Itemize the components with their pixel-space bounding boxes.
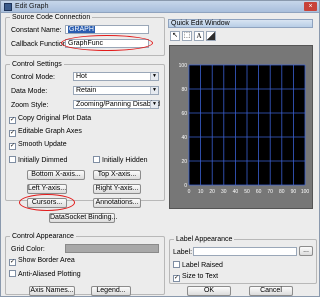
anti-aliased-label: Anti-Aliased Plotting [18,271,81,278]
datasocket-binding-button[interactable]: DataSocket Binding... [49,213,117,223]
control-mode-label: Control Mode: [11,74,55,81]
annotations-button[interactable]: Annotations... [93,198,141,208]
ok-button[interactable]: OK [187,286,231,296]
x-tick-label: 30 [221,189,227,195]
quick-edit-toolbar: ↖ ⬚ A [170,31,230,41]
highlight-cursors-ellipse [19,194,75,211]
legend-button[interactable]: Legend... [91,286,131,296]
data-mode-value: Retain [76,87,97,94]
copy-original-label: Copy Original Plot Data [18,115,92,122]
left-yaxis-button[interactable]: Left Y-axis... [27,184,67,194]
chevron-down-icon: ▼ [150,87,158,94]
constant-name-value: GRAPH [68,26,95,33]
data-mode-select[interactable]: Retain ▼ [73,86,159,95]
source-code-legend: Source Code Connection [12,14,91,21]
initially-dimmed-checkbox[interactable]: Initially Dimmed [9,156,67,164]
check-icon: ✓ [173,275,180,282]
checkbox-box [173,261,180,268]
highlight-callback-ellipse [61,35,153,51]
checkbox-box [9,156,16,163]
app-icon [4,3,12,11]
label-input[interactable] [193,247,297,256]
constant-name-field[interactable]: GRAPH [65,25,149,34]
initially-hidden-label: Initially Hidden [102,157,148,164]
label-field-label: Label: [173,249,193,256]
anti-aliased-checkbox[interactable]: Anti-Aliased Plotting [9,270,81,278]
x-tick-label: 10 [198,189,204,195]
copy-original-checkbox[interactable]: ✓ Copy Original Plot Data [9,115,91,124]
checkbox-box [9,270,16,277]
x-tick-label: 100 [301,189,310,195]
y-tick-label: 80 [181,87,187,93]
select-icon[interactable]: ⬚ [182,31,192,41]
callback-function-label: Callback Function: [11,41,69,48]
size-to-text-checkbox[interactable]: ✓ Size to Text [173,273,218,282]
label-appearance-legend: Label Appearance [176,236,233,243]
label-raised-label: Label Raised [182,262,223,269]
initially-hidden-checkbox[interactable]: Initially Hidden [93,156,148,164]
zoom-style-select[interactable]: Zooming/Panning Disabled ▼ [73,100,161,109]
x-tick-label: 0 [188,189,191,195]
y-tick-label: 20 [181,159,187,165]
smooth-update-label: Smooth Update [18,141,67,148]
label-browse-button[interactable]: ... [299,246,313,256]
zoom-style-value: Zooming/Panning Disabled [76,101,161,108]
checkbox-box [93,156,100,163]
quick-edit-header: Quick Edit Window [168,19,313,28]
chevron-down-icon: ▼ [150,73,158,80]
show-border-label: Show Border Area [18,257,75,264]
chevron-down-icon: ▼ [150,101,158,108]
check-icon: ✓ [9,259,16,266]
check-icon: ✓ [9,117,16,124]
check-icon: ✓ [9,130,16,137]
x-tick-label: 60 [256,189,262,195]
edit-graph-dialog: Edit Graph × Source Code Connection Cons… [0,0,320,297]
window-title: Edit Graph [15,3,49,10]
zoom-icon[interactable]: ↖ [170,31,180,41]
x-tick-label: 40 [233,189,239,195]
y-tick-label: 0 [184,183,187,189]
check-icon: ✓ [9,143,16,150]
x-tick-label: 20 [209,189,215,195]
grid-color-label: Grid Color: [11,246,45,253]
color-icon[interactable] [206,31,216,41]
editable-axes-checkbox[interactable]: ✓ Editable Graph Axes [9,128,82,137]
axis-names-button[interactable]: Axis Names... [29,286,75,296]
control-mode-select[interactable]: Hot ▼ [73,72,159,81]
editable-axes-label: Editable Graph Axes [18,128,82,135]
x-tick-label: 80 [279,189,285,195]
x-tick-label: 70 [267,189,273,195]
y-tick-label: 60 [181,111,187,117]
show-border-checkbox[interactable]: ✓ Show Border Area [9,257,75,266]
bottom-xaxis-button[interactable]: Bottom X-axis... [27,170,85,180]
y-tick-label: 100 [179,63,188,69]
x-tick-label: 50 [244,189,250,195]
top-xaxis-button[interactable]: Top X-axis... [93,170,141,180]
title-bar: Edit Graph × [1,1,319,13]
size-to-text-label: Size to Text [182,273,219,280]
label-raised-checkbox[interactable]: Label Raised [173,261,223,269]
control-appearance-legend: Control Appearance [12,233,74,240]
control-settings-legend: Control Settings [12,61,62,68]
control-mode-value: Hot [76,73,87,80]
x-tick-label: 90 [291,189,297,195]
text-icon[interactable]: A [194,31,204,41]
cancel-button[interactable]: Cancel [249,286,293,296]
graph-preview: 0 10 20 30 40 50 60 70 80 90 100 100 80 60 40 20 0 [179,63,310,195]
zoom-style-label: Zoom Style: [11,102,49,109]
y-tick-label: 40 [181,135,187,141]
data-mode-label: Data Mode: [11,88,48,95]
smooth-update-checkbox[interactable]: ✓ Smooth Update [9,141,67,150]
right-yaxis-button[interactable]: Right Y-axis... [93,184,141,194]
close-icon[interactable]: × [304,2,317,11]
grid-color-swatch[interactable] [65,244,159,253]
initially-dimmed-label: Initially Dimmed [18,157,68,164]
constant-name-label: Constant Name: [11,27,62,34]
